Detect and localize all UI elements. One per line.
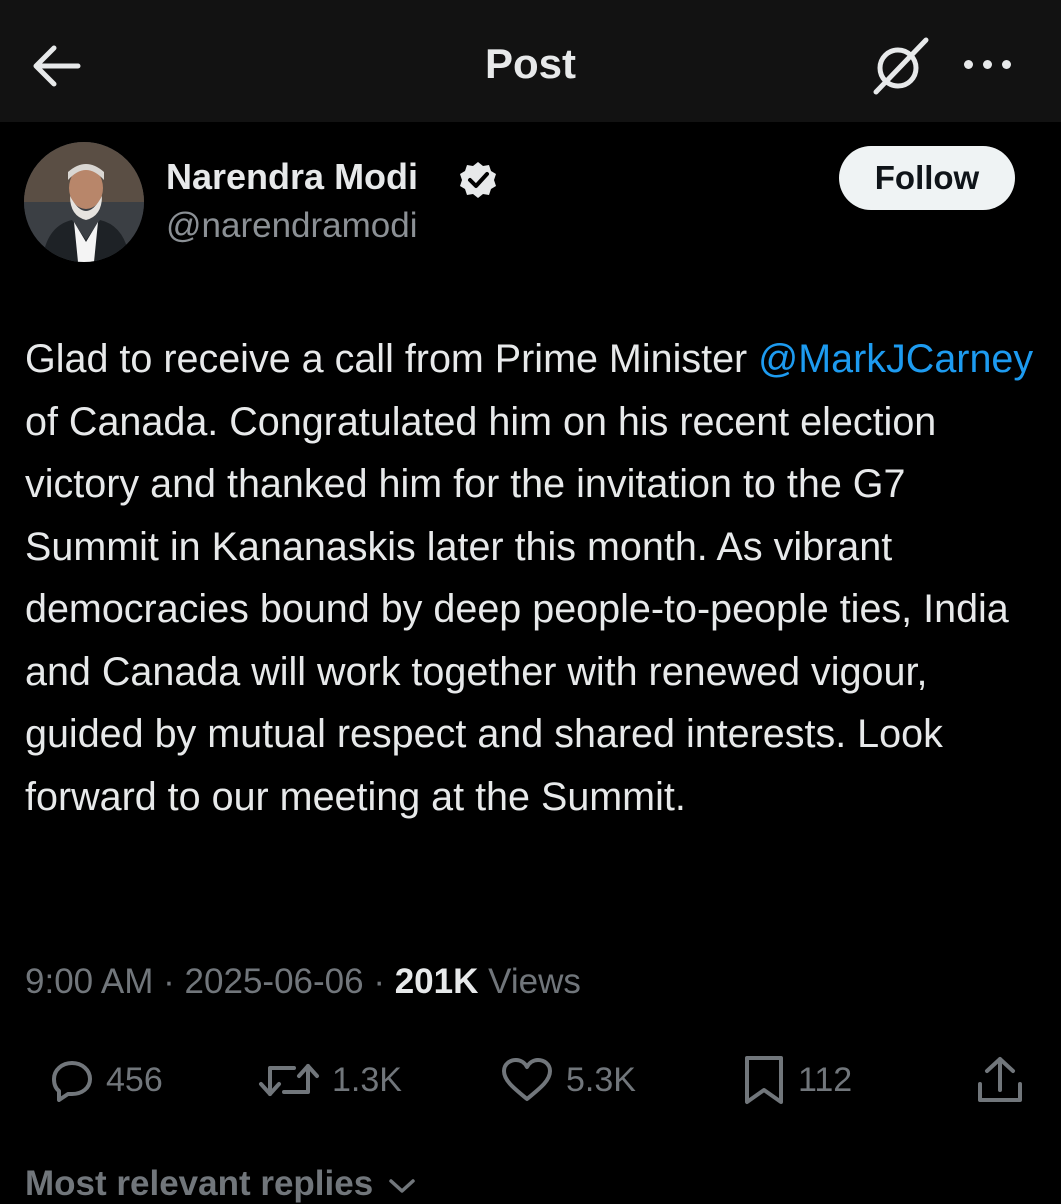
repost-button[interactable]: 1.3K (258, 1040, 402, 1120)
grok-button[interactable] (868, 34, 932, 98)
top-bar: Post (0, 0, 1061, 122)
share-button[interactable] (974, 1040, 1026, 1120)
replies-sort-dropdown[interactable]: Most relevant replies (25, 1164, 417, 1204)
mention-link[interactable]: @MarkJCarney (758, 337, 1033, 381)
post-text-before: Glad to receive a call from Prime Minist… (25, 337, 759, 381)
post-time: 9:00 AM (25, 962, 154, 1001)
author-handle[interactable]: @narendramodi (166, 206, 418, 246)
verified-badge-icon (460, 162, 496, 198)
reply-button[interactable]: 456 (50, 1040, 163, 1120)
post-text: Glad to receive a call from Prime Minist… (25, 328, 1045, 828)
meta-separator: · (163, 962, 175, 1001)
bookmark-icon (745, 1056, 783, 1104)
reply-count: 456 (106, 1060, 163, 1099)
bookmark-count: 112 (798, 1060, 853, 1099)
share-icon (978, 1057, 1022, 1102)
author-name[interactable]: Narendra Modi (166, 156, 418, 198)
repost-count: 1.3K (332, 1060, 402, 1099)
views-count[interactable]: 201K (395, 962, 479, 1001)
replies-sort-label: Most relevant replies (25, 1164, 374, 1203)
post-text-after: of Canada. Congratulated him on his rece… (25, 399, 1009, 819)
bookmark-button[interactable]: 112 (742, 1040, 852, 1120)
post-date: 2025-06-06 (184, 962, 364, 1001)
reply-icon (52, 1061, 92, 1102)
avatar[interactable] (24, 142, 144, 262)
meta-separator: · (373, 962, 385, 1001)
chevron-down-icon (389, 1179, 415, 1193)
grok-icon (873, 37, 929, 95)
ellipsis-icon (964, 60, 973, 69)
action-bar: 456 1.3K 5.3K 112 (0, 1040, 1061, 1120)
heart-icon (502, 1058, 552, 1101)
views-label[interactable]: Views (488, 962, 581, 1001)
post-meta: 9:00 AM · 2025-06-06 · 201K Views (25, 962, 581, 1002)
profile-photo (24, 142, 144, 262)
follow-button[interactable]: Follow (839, 146, 1015, 210)
like-count: 5.3K (566, 1060, 636, 1099)
like-button[interactable]: 5.3K (500, 1040, 636, 1120)
repost-icon (259, 1064, 319, 1096)
more-options-button[interactable] (958, 46, 1018, 82)
